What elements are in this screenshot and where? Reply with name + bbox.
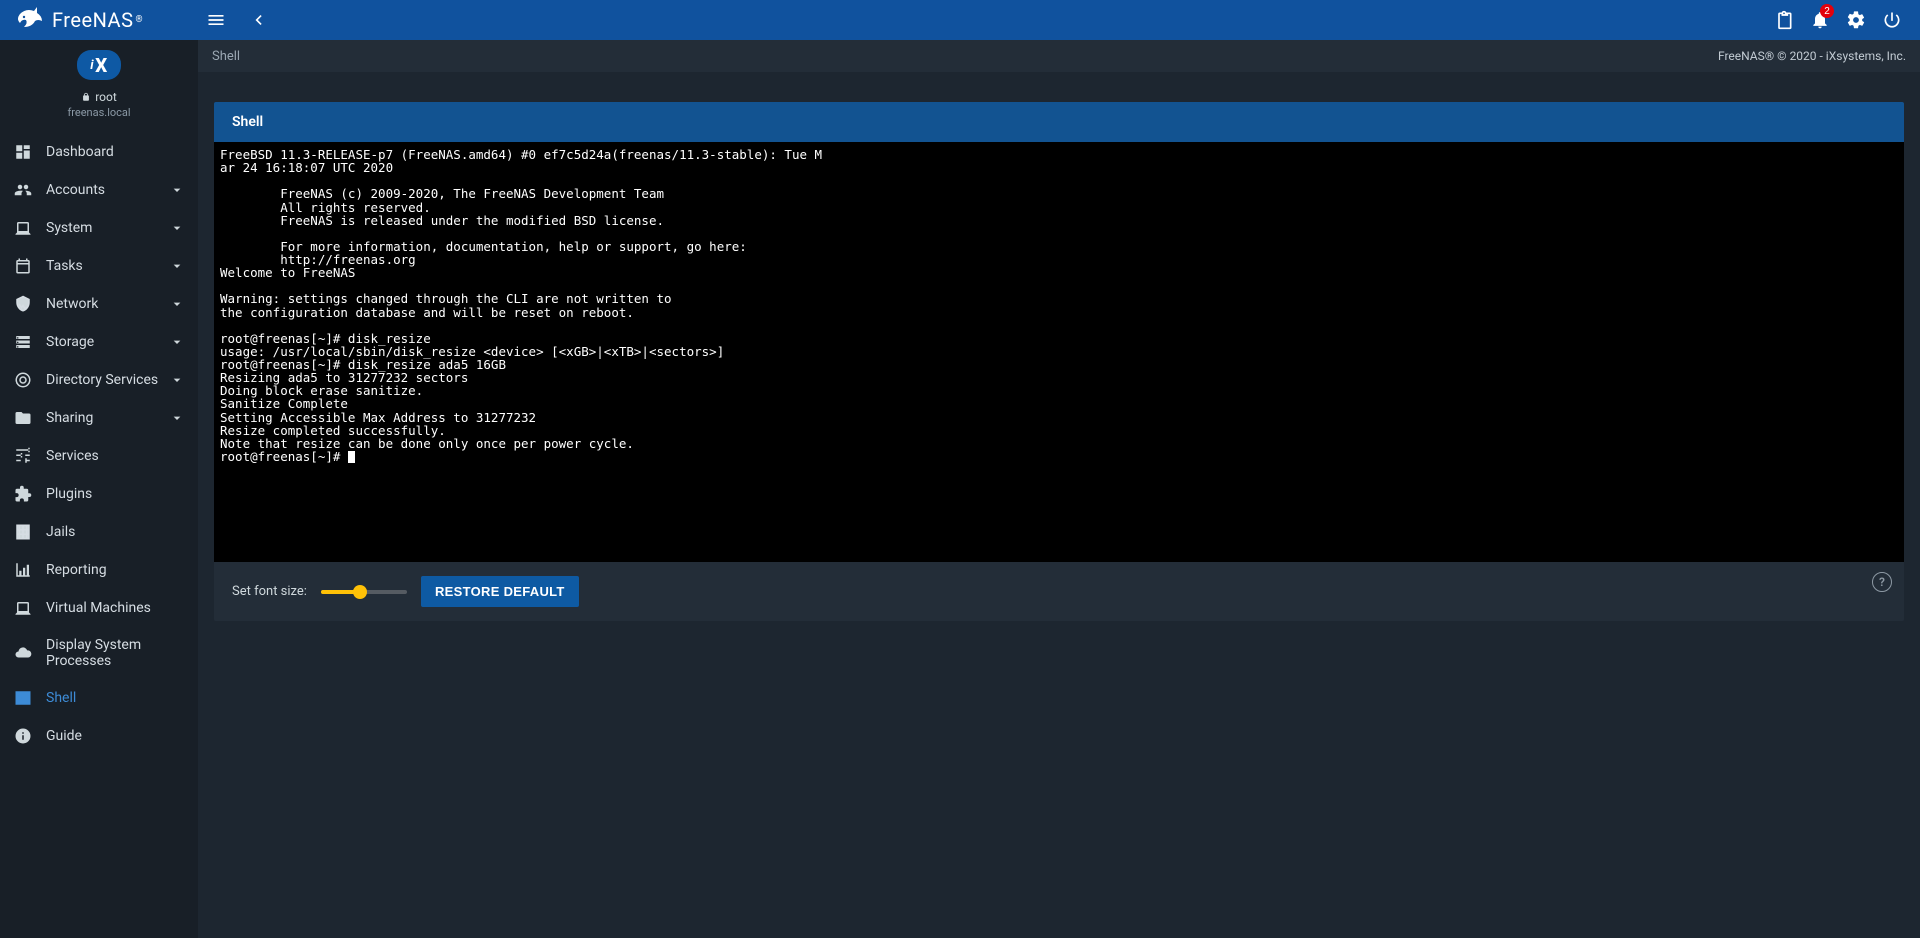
sidebar-item-label: Guide	[46, 728, 186, 744]
notifications-button[interactable]: 2	[1802, 2, 1838, 38]
shell-panel-title: Shell	[214, 102, 1904, 142]
sidebar-item-shell[interactable]: Shell	[0, 679, 198, 717]
folder-icon	[12, 409, 34, 427]
chevron-down-icon	[168, 372, 186, 388]
sidebar-item-accounts[interactable]: Accounts	[0, 171, 198, 209]
breadcrumb: Shell	[212, 49, 1718, 64]
sidebar-item-label: Sharing	[46, 410, 168, 426]
terminal-cursor	[348, 451, 355, 463]
network-icon	[12, 295, 34, 313]
chart-icon	[12, 561, 34, 579]
sidebar-item-tasks[interactable]: Tasks	[0, 247, 198, 285]
power-icon	[1882, 10, 1902, 30]
jail-icon	[12, 523, 34, 541]
sidebar-item-guide[interactable]: Guide	[0, 717, 198, 755]
calendar-icon	[12, 257, 34, 275]
freenas-shark-icon	[14, 7, 44, 33]
back-button[interactable]	[240, 2, 276, 38]
slider-thumb[interactable]	[353, 585, 367, 599]
sidebar-item-label: Virtual Machines	[46, 600, 186, 616]
chevron-down-icon	[168, 182, 186, 198]
terminal-output[interactable]: FreeBSD 11.3-RELEASE-p7 (FreeNAS.amd64) …	[214, 142, 1904, 562]
target-icon	[12, 371, 34, 389]
sidebar-item-label: Services	[46, 448, 186, 464]
chevron-down-icon	[168, 410, 186, 426]
sidebar-item-sharing[interactable]: Sharing	[0, 399, 198, 437]
laptop-icon	[12, 599, 34, 617]
notification-badge: 2	[1820, 4, 1834, 18]
sidebar-item-dashboard[interactable]: Dashboard	[0, 133, 198, 171]
sidebar-item-jails[interactable]: Jails	[0, 513, 198, 551]
main-content: Shell FreeNAS® © 2020 - iXsystems, Inc. …	[198, 40, 1920, 938]
chevron-down-icon	[168, 258, 186, 274]
ix-logo[interactable]: iX	[77, 50, 121, 80]
sidebar-item-services[interactable]: Services	[0, 437, 198, 475]
laptop-icon	[12, 219, 34, 237]
clipboard-button[interactable]	[1766, 2, 1802, 38]
shell-footer: Set font size: RESTORE DEFAULT ?	[214, 562, 1904, 621]
lock-icon	[81, 92, 91, 102]
help-button[interactable]: ?	[1872, 572, 1892, 592]
menu-toggle-button[interactable]	[198, 2, 234, 38]
sidebar-item-label: System	[46, 220, 168, 236]
hostname: freenas.local	[67, 106, 130, 119]
sidebar-item-plugins[interactable]: Plugins	[0, 475, 198, 513]
sidebar-item-label: Display System Processes	[46, 637, 186, 669]
sidebar-item-virtual-machines[interactable]: Virtual Machines	[0, 589, 198, 627]
sidebar-item-directory-services[interactable]: Directory Services	[0, 361, 198, 399]
info-icon	[12, 727, 34, 745]
people-icon	[12, 181, 34, 199]
font-size-label: Set font size:	[232, 584, 307, 599]
gear-icon	[1846, 10, 1866, 30]
restore-default-button[interactable]: RESTORE DEFAULT	[421, 576, 579, 607]
hamburger-icon	[206, 10, 226, 30]
sidebar-item-network[interactable]: Network	[0, 285, 198, 323]
sidebar-item-label: Plugins	[46, 486, 186, 502]
chevron-down-icon	[168, 220, 186, 236]
storage-icon	[12, 333, 34, 351]
shell-card: Shell FreeBSD 11.3-RELEASE-p7 (FreeNAS.a…	[214, 102, 1904, 621]
brand-logo[interactable]: FreeNAS ®	[10, 7, 198, 33]
sidebar-header: iX root freenas.local	[0, 40, 198, 127]
sidebar-item-label: Jails	[46, 524, 186, 540]
terminal-icon	[12, 689, 34, 707]
sidebar-item-reporting[interactable]: Reporting	[0, 551, 198, 589]
current-user: root	[81, 90, 117, 104]
sidebar-item-label: Shell	[46, 690, 186, 706]
chevron-left-icon	[248, 10, 268, 30]
font-size-slider[interactable]	[321, 590, 407, 594]
dashboard-icon	[12, 143, 34, 161]
tune-icon	[12, 447, 34, 465]
settings-button[interactable]	[1838, 2, 1874, 38]
sidebar-item-system[interactable]: System	[0, 209, 198, 247]
copyright-text: FreeNAS® © 2020 - iXsystems, Inc.	[1718, 49, 1906, 63]
sidebar-item-label: Network	[46, 296, 168, 312]
extension-icon	[12, 485, 34, 503]
sidebar-item-label: Reporting	[46, 562, 186, 578]
chevron-down-icon	[168, 334, 186, 350]
clipboard-icon	[1774, 10, 1794, 30]
power-button[interactable]	[1874, 2, 1910, 38]
breadcrumb-bar: Shell FreeNAS® © 2020 - iXsystems, Inc.	[198, 40, 1920, 72]
brand-text: FreeNAS	[52, 8, 133, 32]
sidebar-nav: Dashboard Accounts System Tasks Network Stora…	[0, 127, 198, 769]
sidebar-item-label: Storage	[46, 334, 168, 350]
cloud-icon	[12, 644, 34, 662]
sidebar: iX root freenas.local Dashboard Accounts S…	[0, 40, 198, 938]
sidebar-item-label: Accounts	[46, 182, 168, 198]
topbar: FreeNAS ® 2	[0, 0, 1920, 40]
sidebar-item-display-system-processes[interactable]: Display System Processes	[0, 627, 198, 679]
sidebar-item-label: Dashboard	[46, 144, 186, 160]
chevron-down-icon	[168, 296, 186, 312]
sidebar-item-label: Tasks	[46, 258, 168, 274]
sidebar-item-label: Directory Services	[46, 372, 168, 388]
sidebar-item-storage[interactable]: Storage	[0, 323, 198, 361]
